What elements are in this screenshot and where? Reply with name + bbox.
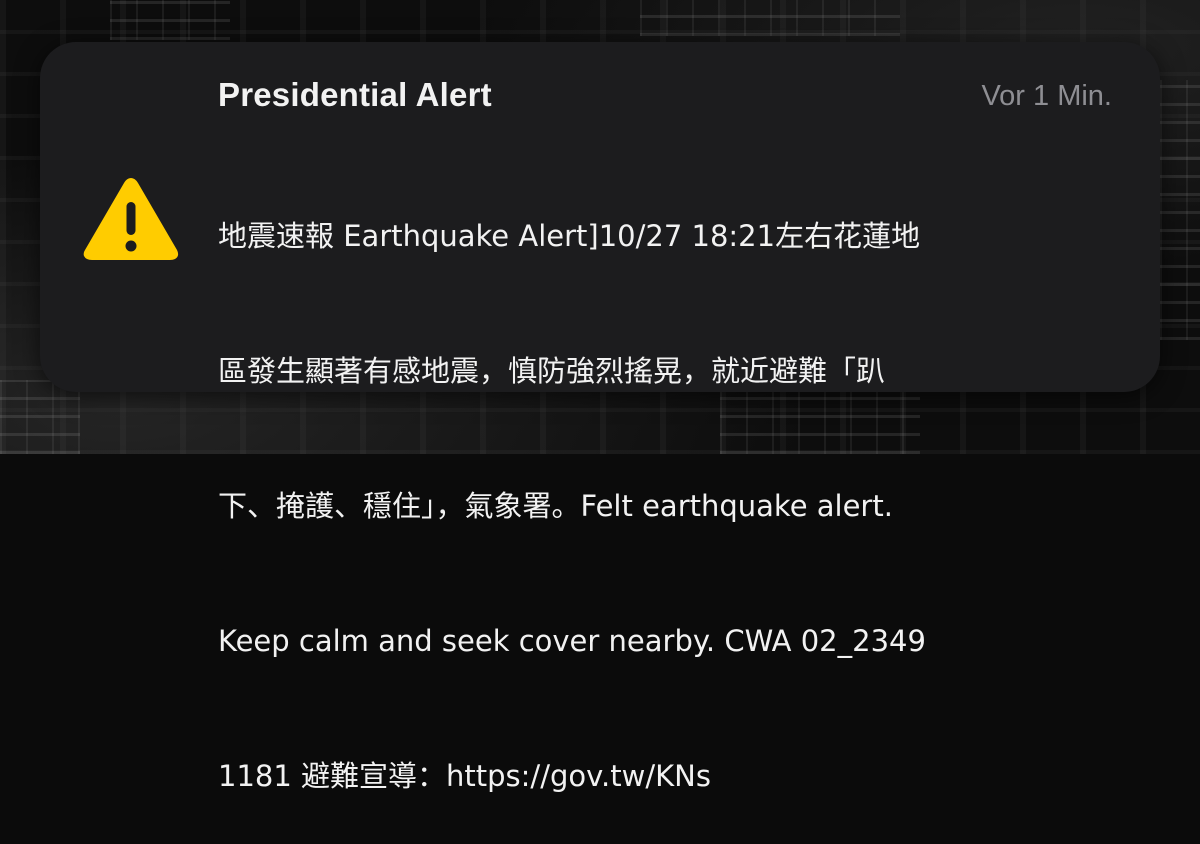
notification-body-line: 區發生顯著有感地震，慎防強烈搖晃，就近避難「趴 bbox=[218, 354, 886, 388]
background-building bbox=[640, 0, 900, 36]
notification-body-line: 下、掩護、穩住」，氣象署。Felt earthquake alert. bbox=[218, 489, 893, 523]
background-building bbox=[1160, 80, 1200, 340]
background-building bbox=[110, 0, 230, 40]
notification-timestamp: Vor 1 Min. bbox=[981, 80, 1112, 112]
notification-title: Presidential Alert bbox=[218, 76, 492, 113]
warning-triangle-icon bbox=[83, 178, 179, 260]
notification-body-line: 地震速報 Earthquake Alert]10/27 18:21左右花蓮地 bbox=[218, 219, 921, 253]
notification-body: 地震速報 Earthquake Alert]10/27 18:21左右花蓮地 區… bbox=[218, 124, 1118, 844]
notification-body-line: 1181 避難宣導：https://gov.tw/KNs bbox=[218, 759, 711, 793]
notification-body-line: Keep calm and seek cover nearby. CWA 02_… bbox=[218, 624, 926, 658]
